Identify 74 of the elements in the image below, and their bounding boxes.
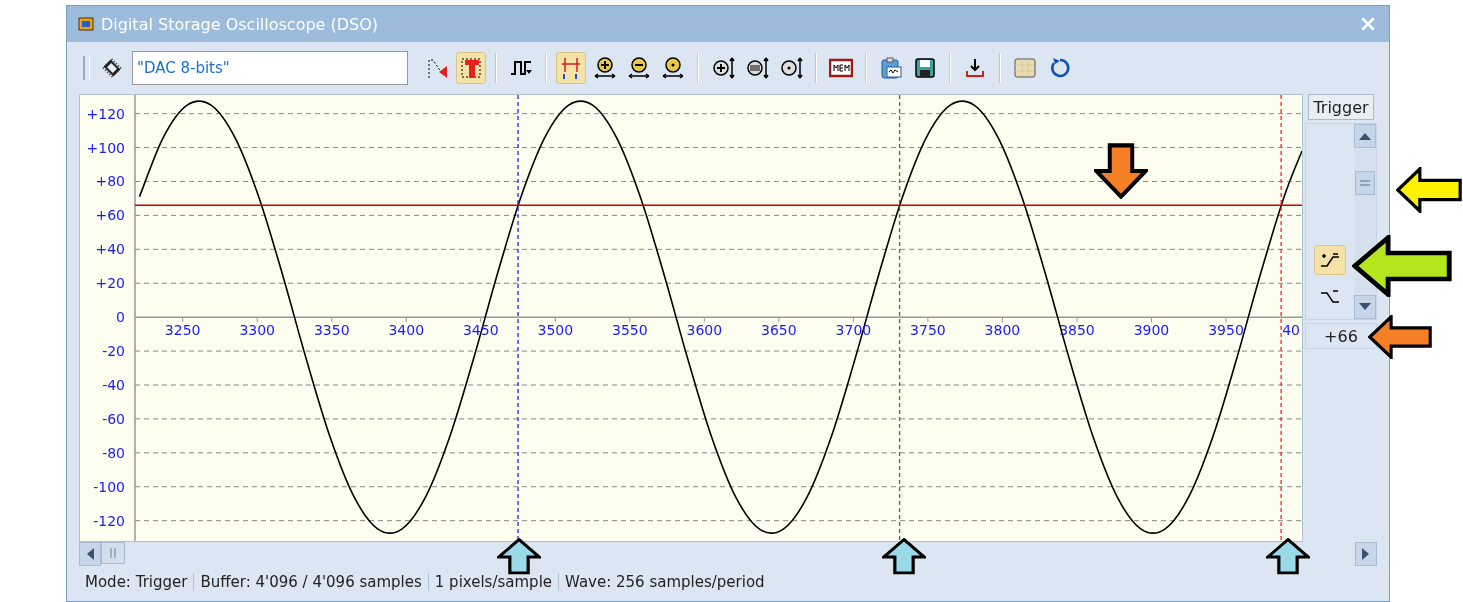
axis-label: -60 bbox=[102, 410, 125, 427]
axis-label: +40 bbox=[95, 241, 125, 258]
axis-label: 3250 bbox=[164, 322, 201, 339]
toolbar-grip[interactable] bbox=[83, 56, 90, 80]
axis-label: 3500 bbox=[537, 322, 574, 339]
left-arrow-icon bbox=[1368, 315, 1432, 359]
axis-label: 3750 bbox=[910, 322, 946, 339]
axis-label: 3950 bbox=[1208, 322, 1244, 339]
scroll-left-button[interactable] bbox=[79, 542, 101, 566]
h-zoom-reset-icon bbox=[661, 56, 685, 80]
chip-icon bbox=[77, 15, 95, 33]
axis-label: -80 bbox=[102, 444, 125, 461]
axis-label: 3400 bbox=[388, 322, 425, 339]
axis-label: 3300 bbox=[239, 322, 276, 339]
left-arrow-icon bbox=[1352, 235, 1452, 297]
axis-label: +100 bbox=[86, 139, 125, 156]
trigger-icon bbox=[459, 56, 483, 80]
axis-label: +60 bbox=[95, 207, 125, 224]
up-arrow-icon bbox=[1266, 538, 1310, 576]
axis-label: 3800 bbox=[984, 322, 1021, 339]
v-zoom-in-icon bbox=[711, 56, 735, 80]
scroll-right-button[interactable] bbox=[1355, 542, 1377, 566]
scroll-down-button[interactable] bbox=[1354, 295, 1376, 319]
h-zoom-in-icon bbox=[593, 56, 617, 80]
axis-label: 3350 bbox=[313, 322, 350, 339]
scroll-thumb[interactable] bbox=[101, 542, 125, 564]
down-arrow-icon bbox=[1094, 143, 1148, 199]
up-triangle-icon bbox=[1359, 132, 1371, 140]
axis-label: +120 bbox=[86, 105, 125, 122]
up-arrow-icon bbox=[882, 538, 926, 576]
v-zoom-all-icon bbox=[745, 56, 769, 80]
axis-label: 3900 bbox=[1133, 322, 1170, 339]
axis-label: -120 bbox=[93, 512, 125, 529]
cursor-line[interactable] bbox=[898, 95, 901, 541]
h-zoom-out-icon bbox=[627, 56, 651, 80]
trigger-marker-icon bbox=[425, 56, 449, 80]
grip-icon bbox=[110, 548, 116, 558]
save-icon bbox=[913, 56, 937, 80]
axis-label: 3600 bbox=[686, 322, 723, 339]
falling-edge-icon bbox=[1319, 287, 1341, 305]
copy-icon bbox=[879, 56, 903, 80]
left-triangle-icon bbox=[86, 548, 94, 560]
window-title: Digital Storage Oscilloscope (DSO) bbox=[101, 14, 380, 34]
cursors-icon bbox=[559, 56, 583, 80]
trigger-level-thumb[interactable] bbox=[1355, 171, 1375, 196]
down-triangle-icon bbox=[1359, 303, 1371, 311]
memory-icon bbox=[829, 56, 853, 80]
status-text: Mode: Trigger bbox=[84, 573, 189, 591]
source-field[interactable]: "DAC 8-bits" bbox=[132, 51, 408, 85]
up-arrow-icon bbox=[497, 538, 541, 576]
axis-label: 0 bbox=[116, 309, 125, 326]
axis-label: -40 bbox=[102, 377, 125, 393]
export-icon bbox=[963, 56, 987, 80]
edge-button[interactable] bbox=[1314, 245, 1346, 275]
axis-label: 3650 bbox=[761, 322, 797, 339]
axis-label: 40 bbox=[1282, 322, 1300, 339]
v-zoom-reset-icon bbox=[779, 56, 803, 80]
right-triangle-icon bbox=[1362, 548, 1370, 560]
axis-label: +20 bbox=[95, 275, 125, 292]
axis-label: -20 bbox=[102, 343, 125, 360]
rising-edge-icon bbox=[1319, 251, 1341, 269]
grid-icon bbox=[1013, 56, 1037, 80]
status-text: Wave: 256 samples/period bbox=[558, 573, 771, 591]
left-arrow-icon bbox=[1396, 167, 1462, 213]
status-text: Buffer: 4'096 / 4'096 samples bbox=[193, 573, 428, 591]
cursor-line[interactable] bbox=[1280, 95, 1282, 541]
axis-label: -100 bbox=[93, 478, 125, 495]
grip-icon bbox=[1360, 180, 1370, 187]
axis-label: 3550 bbox=[612, 322, 648, 339]
cursor-line[interactable] bbox=[517, 95, 519, 541]
trigger-button[interactable]: Trigger bbox=[1308, 94, 1374, 120]
chip-icon bbox=[100, 56, 124, 80]
axis-label: +80 bbox=[95, 173, 125, 190]
scroll-up-button[interactable] bbox=[1354, 124, 1376, 148]
